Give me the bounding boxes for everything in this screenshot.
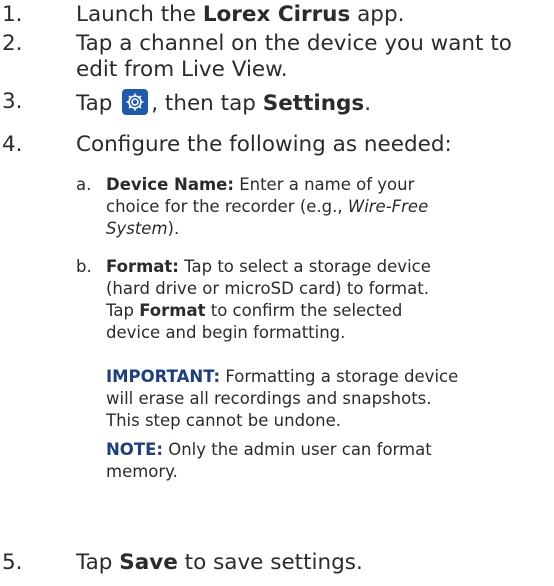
step-number: 3. xyxy=(2,89,23,114)
important-callout: IMPORTANT: Formatting a storage device wi… xyxy=(106,367,459,430)
gear-icon xyxy=(122,89,149,115)
step-number: 5. xyxy=(2,550,23,575)
note-label: NOTE: xyxy=(106,440,163,459)
important-label: IMPORTANT: xyxy=(106,367,221,386)
substep-letter: a. xyxy=(76,175,92,194)
instructions-page: 1. Launch the Lorex Cirrus app. 2. Tap a… xyxy=(0,0,554,586)
settings-label: Settings xyxy=(262,91,365,116)
step-text: Launch the Lorex Cirrus app. xyxy=(76,2,405,27)
substep-text: Device Name: Enter a name of your choice … xyxy=(106,175,429,238)
step-number: 4. xyxy=(2,132,23,157)
note-callout: NOTE: Only the admin user can format memo… xyxy=(106,440,432,481)
substep-letter: b. xyxy=(76,257,92,276)
substep-text: Format: Tap to select a storage device (h… xyxy=(106,257,431,342)
step-number: 2. xyxy=(2,31,23,56)
step-text: Configure the following as needed: xyxy=(76,132,452,157)
step-number: 1. xyxy=(2,2,23,27)
app-name: Lorex Cirrus xyxy=(202,2,351,27)
step-text: Tap Save to save settings. xyxy=(76,550,363,575)
save-label: Save xyxy=(119,550,178,575)
step-text: Tap a channel on the device you want to e… xyxy=(76,31,512,82)
step-text: Tap , then tap Settings. xyxy=(76,89,372,116)
